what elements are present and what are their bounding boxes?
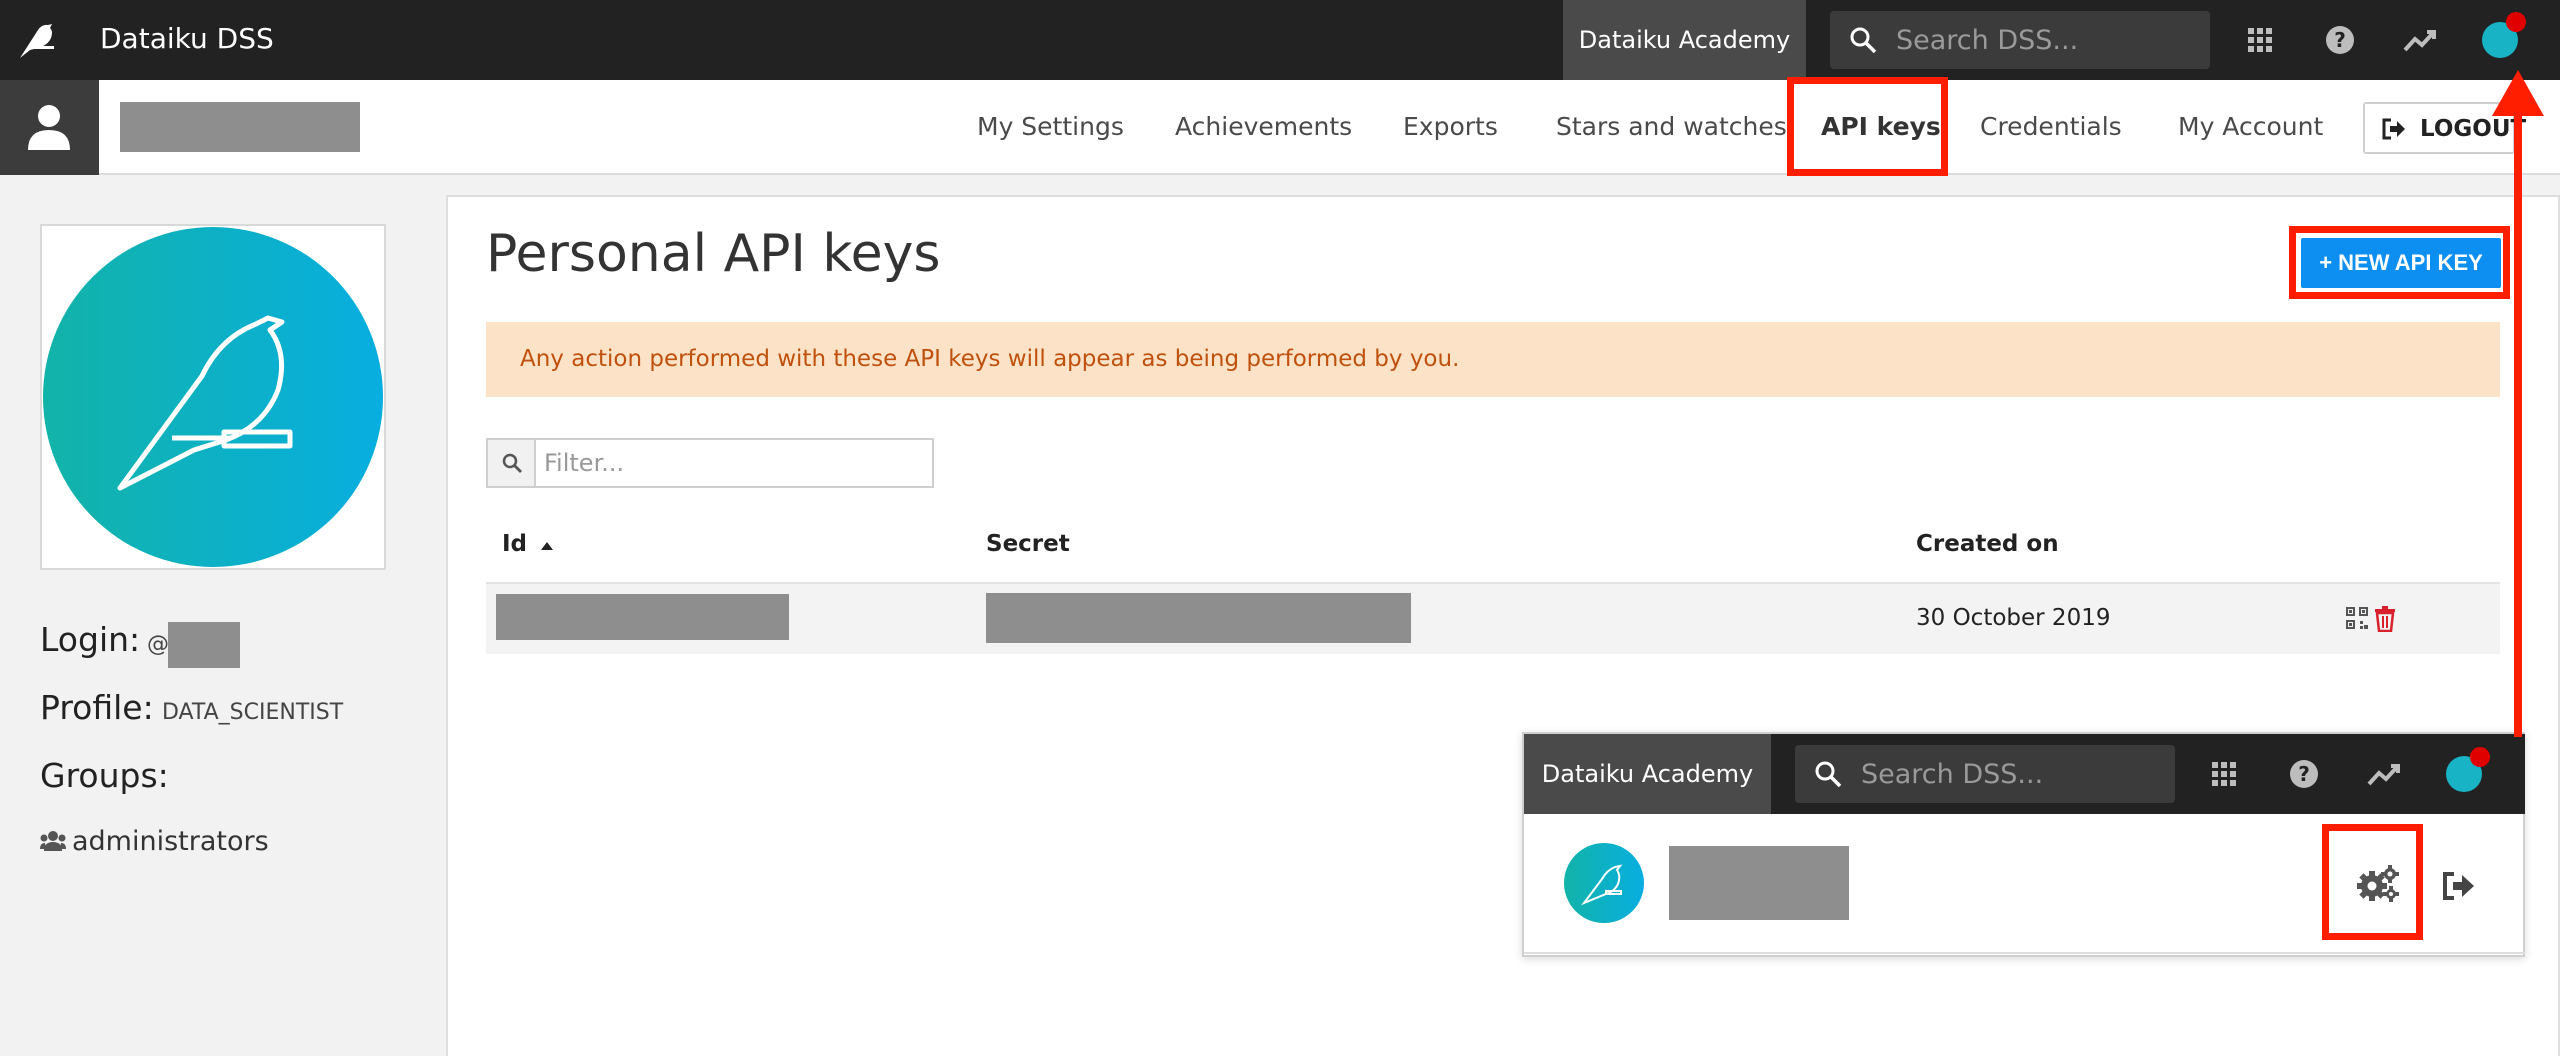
annotation-arrow-shaft — [2514, 112, 2522, 737]
highlight-api-keys-tab — [1787, 77, 1948, 176]
inset-academy-link[interactable]: Dataiku Academy — [1524, 734, 1771, 814]
activity-trend-icon[interactable] — [2364, 754, 2404, 794]
profile-subnav: My Settings Achievements Exports Stars a… — [0, 80, 2560, 175]
column-id-label: Id — [502, 531, 528, 557]
tab-credentials[interactable]: Credentials — [1980, 112, 2122, 141]
redacted-menu-username — [1669, 846, 1849, 920]
sign-out-icon[interactable] — [2442, 871, 2476, 901]
filter-search-addon — [488, 440, 536, 486]
tab-my-settings[interactable]: My Settings — [977, 112, 1124, 141]
global-search[interactable] — [1830, 11, 2210, 69]
dataiku-bird-logo-icon[interactable] — [16, 16, 64, 64]
user-icon — [28, 105, 70, 150]
highlight-settings-gear — [2322, 824, 2423, 940]
top-navbar: Dataiku DSS Dataiku Academy ? — [0, 0, 2560, 80]
search-icon — [1815, 761, 1842, 788]
tab-achievements[interactable]: Achievements — [1175, 112, 1352, 141]
profile-avatar — [40, 224, 386, 570]
app-brand-name[interactable]: Dataiku DSS — [100, 22, 274, 55]
qrcode-icon[interactable] — [2345, 606, 2369, 630]
filter-input[interactable] — [544, 440, 924, 486]
filter-box[interactable] — [486, 438, 934, 488]
column-header-id[interactable]: Id — [502, 531, 555, 557]
redacted-key-id — [496, 594, 789, 640]
groups-label: Groups: — [40, 756, 169, 795]
menu-user-avatar-icon — [1564, 843, 1644, 923]
inset-divider — [1524, 952, 2525, 954]
academy-link[interactable]: Dataiku Academy — [1563, 0, 1806, 80]
dataiku-bird-avatar-icon — [43, 227, 383, 567]
apps-grid-icon[interactable] — [2240, 20, 2280, 60]
inset-search[interactable] — [1795, 745, 2175, 803]
user-block — [0, 80, 99, 175]
created-on-cell: 30 October 2019 — [1916, 605, 2111, 631]
api-key-warning: Any action performed with these API keys… — [486, 322, 2500, 397]
inset-search-input[interactable] — [1861, 745, 2161, 803]
column-header-created-on[interactable]: Created on — [1916, 531, 2059, 557]
group-item[interactable]: administrators — [72, 826, 269, 857]
sign-out-icon — [2382, 118, 2405, 140]
inset-navbar: Dataiku Academy ? — [1524, 734, 2525, 814]
column-header-secret[interactable]: Secret — [986, 531, 1070, 557]
inset-notification-dot — [2470, 747, 2490, 767]
tab-my-account[interactable]: My Account — [2178, 112, 2323, 141]
apps-grid-icon[interactable] — [2204, 754, 2244, 794]
logout-label: LOGOUT — [2420, 116, 2527, 142]
redacted-key-secret — [986, 593, 1411, 643]
users-group-icon — [40, 831, 66, 851]
tab-stars-and-watches[interactable]: Stars and watches — [1556, 112, 1787, 141]
login-label: Login: — [40, 620, 141, 659]
login-prefix: @ — [147, 632, 169, 657]
svg-text:?: ? — [2298, 762, 2310, 786]
trash-icon[interactable] — [2374, 606, 2396, 632]
search-input[interactable] — [1896, 11, 2196, 69]
redacted-login — [168, 622, 240, 668]
search-icon — [502, 453, 522, 473]
svg-text:?: ? — [2334, 28, 2346, 52]
help-icon[interactable]: ? — [2284, 754, 2324, 794]
redacted-username — [120, 102, 360, 152]
profile-label: Profile: — [40, 688, 154, 727]
help-icon[interactable]: ? — [2320, 20, 2360, 60]
search-icon — [1850, 27, 1877, 54]
sort-ascending-icon — [541, 542, 554, 550]
page-title: Personal API keys — [486, 224, 941, 284]
profile-value: DATA_SCIENTIST — [162, 700, 344, 725]
tab-exports[interactable]: Exports — [1403, 112, 1498, 141]
notification-dot — [2506, 12, 2526, 32]
highlight-new-api-key-button — [2289, 226, 2510, 299]
activity-trend-icon[interactable] — [2400, 20, 2440, 60]
annotation-arrow-head — [2492, 70, 2544, 116]
